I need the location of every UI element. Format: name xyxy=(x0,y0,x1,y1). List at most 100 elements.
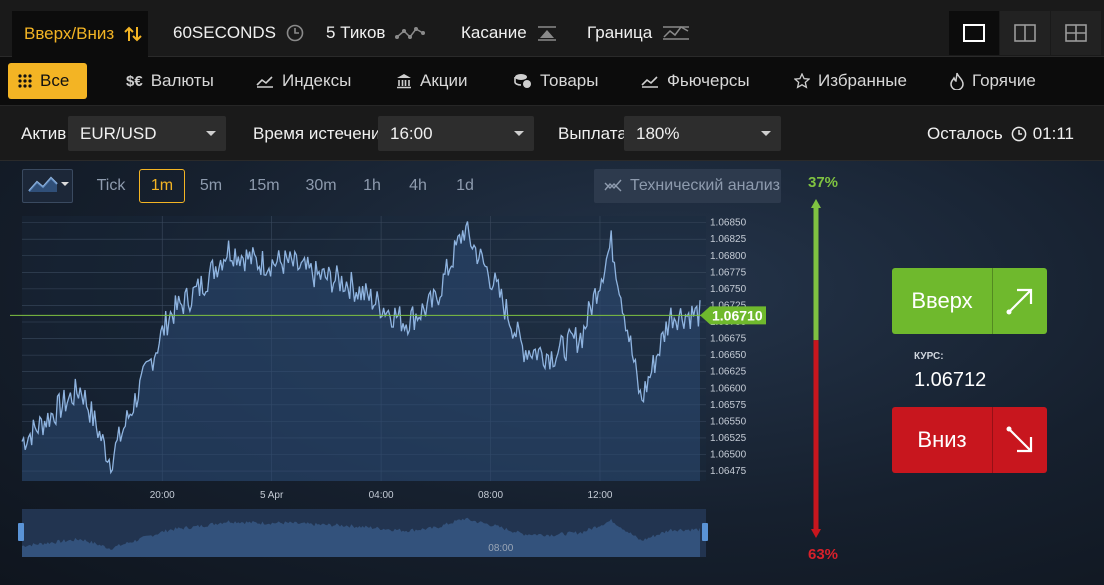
y-tick-label: 1.06750 xyxy=(710,284,747,295)
chart-type-select[interactable] xyxy=(22,169,73,203)
grid-dots-icon xyxy=(18,74,32,88)
tab-label: 60SECONDS xyxy=(173,23,276,42)
category-label: Избранные xyxy=(818,71,907,90)
clock-icon xyxy=(286,24,304,42)
category-commodities[interactable]: Товары xyxy=(514,63,598,99)
sentiment-up-arrow xyxy=(811,199,821,208)
x-tick-label: 5 Apr xyxy=(260,490,284,501)
remaining-label: Осталось xyxy=(927,124,1003,143)
x-tick-label: 20:00 xyxy=(150,490,175,501)
area-chart-icon xyxy=(27,173,69,200)
timeframe-15m[interactable]: 15m xyxy=(244,169,284,203)
y-tick-label: 1.06475 xyxy=(710,466,747,477)
up-down-arrows-icon xyxy=(124,26,142,42)
payout-value: 180% xyxy=(636,123,680,143)
y-tick-label: 1.06650 xyxy=(710,350,747,361)
category-label: Фьючерсы xyxy=(667,71,750,90)
x-tick-label: 12:00 xyxy=(587,490,612,501)
futures-chart-icon xyxy=(641,74,659,88)
split-view-icon[interactable] xyxy=(1000,11,1050,55)
tab-60seconds[interactable]: 60SECONDS xyxy=(173,11,304,55)
arrow-down-right-icon xyxy=(992,407,1047,473)
asset-value: EUR/USD xyxy=(80,123,157,143)
currency-icon: $€ xyxy=(126,72,143,90)
single-view-icon[interactable] xyxy=(949,11,999,55)
tab-up-down[interactable]: Вверх/Вниз xyxy=(12,11,148,57)
tab-5-ticks[interactable]: 5 Тиков xyxy=(326,11,426,55)
category-all[interactable]: Все xyxy=(8,63,87,99)
timeframe-1h[interactable]: 1h xyxy=(356,169,388,203)
sentiment-up-bar xyxy=(813,207,819,341)
current-price-label: 1.06710 xyxy=(712,307,763,323)
category-futures[interactable]: Фьючерсы xyxy=(641,63,750,99)
category-indices[interactable]: Индексы xyxy=(256,63,351,99)
category-bar: Все $€ Валюты Индексы Акции Товары Фьюче… xyxy=(0,57,1104,106)
index-chart-icon xyxy=(256,74,274,88)
grid-view-icon[interactable] xyxy=(1051,11,1101,55)
ticks-icon xyxy=(395,25,426,41)
category-label: Валюты xyxy=(150,71,214,90)
product-tabs-bar: Вверх/Вниз 60SECONDS 5 Тиков Касание Гра… xyxy=(0,0,1104,57)
tab-label: Граница xyxy=(587,23,653,42)
tab-label: 5 Тиков xyxy=(326,23,386,42)
tab-touch[interactable]: Касание xyxy=(461,11,557,55)
category-favorites[interactable]: Избранные xyxy=(794,63,907,99)
category-label: Индексы xyxy=(282,71,352,90)
timeframe-1d[interactable]: 1d xyxy=(449,169,481,203)
y-tick-label: 1.06850 xyxy=(710,218,747,229)
technical-analysis-button[interactable]: Технический анализ xyxy=(594,169,781,203)
boundary-icon xyxy=(662,24,690,42)
rate-label: КУРС: xyxy=(914,351,944,362)
trade-up-button[interactable]: Вверх xyxy=(892,268,1047,334)
trade-up-label: Вверх xyxy=(911,288,973,313)
y-tick-label: 1.06600 xyxy=(710,383,747,394)
y-tick-label: 1.06550 xyxy=(710,416,747,427)
trade-params-bar: Актив EUR/USD Время истечения 16:00 Выпл… xyxy=(0,106,1104,161)
expiry-label: Время истечения xyxy=(253,124,390,143)
sentiment-down-arrow xyxy=(811,529,821,538)
touch-icon xyxy=(537,25,557,41)
commodities-icon xyxy=(514,73,532,89)
category-label: Все xyxy=(40,71,70,90)
tab-boundary[interactable]: Граница xyxy=(587,11,690,55)
chart-panel: 1.06850 1.06825 1.06800 1.06775 1.06750 1.067… xyxy=(0,161,1104,585)
timeframe-4h[interactable]: 4h xyxy=(402,169,434,203)
category-label: Акции xyxy=(420,71,468,90)
y-tick-label: 1.06675 xyxy=(710,334,747,345)
sentiment-up-percent: 37% xyxy=(808,174,839,191)
technical-analysis-label: Технический анализ xyxy=(630,177,780,194)
y-tick-label: 1.06500 xyxy=(710,450,747,461)
category-currencies[interactable]: $€ Валюты xyxy=(126,63,214,99)
y-tick-label: 1.06575 xyxy=(710,400,747,411)
star-icon xyxy=(794,73,810,89)
trade-down-label: Вниз xyxy=(917,427,967,452)
asset-select[interactable]: EUR/USD xyxy=(68,116,226,151)
y-tick-label: 1.06775 xyxy=(710,267,747,278)
timeframe-5m[interactable]: 5m xyxy=(194,169,228,203)
time-remaining: Осталось 01:11 xyxy=(927,124,1074,144)
payout-label: Выплата xyxy=(558,124,627,143)
expiry-value: 16:00 xyxy=(390,123,433,143)
x-tick-label: 04:00 xyxy=(369,490,394,501)
y-tick-label: 1.06800 xyxy=(710,251,747,262)
remaining-value: 01:11 xyxy=(1032,124,1074,143)
bank-icon xyxy=(396,73,412,89)
category-hot[interactable]: Горячие xyxy=(950,63,1036,99)
arrow-up-right-icon xyxy=(992,268,1047,334)
category-stocks[interactable]: Акции xyxy=(396,63,468,99)
navigator-handle-left[interactable] xyxy=(18,523,24,541)
payout-select[interactable]: 180% xyxy=(624,116,781,151)
x-tick-label: 08:00 xyxy=(478,490,503,501)
timeframe-tick[interactable]: Tick xyxy=(88,169,134,203)
trade-down-button[interactable]: Вниз xyxy=(892,407,1047,473)
clock-icon xyxy=(1011,126,1027,142)
timeframe-30m[interactable]: 30m xyxy=(300,169,342,203)
expiry-select[interactable]: 16:00 xyxy=(378,116,534,151)
navigator-tick-label: 08:00 xyxy=(488,543,513,554)
chevron-down-icon xyxy=(514,131,524,136)
chevron-down-icon xyxy=(761,131,771,136)
navigator-handle-right[interactable] xyxy=(702,523,708,541)
timeframe-1m[interactable]: 1m xyxy=(139,169,185,203)
category-label: Товары xyxy=(540,71,599,90)
y-tick-label: 1.06825 xyxy=(710,234,747,245)
